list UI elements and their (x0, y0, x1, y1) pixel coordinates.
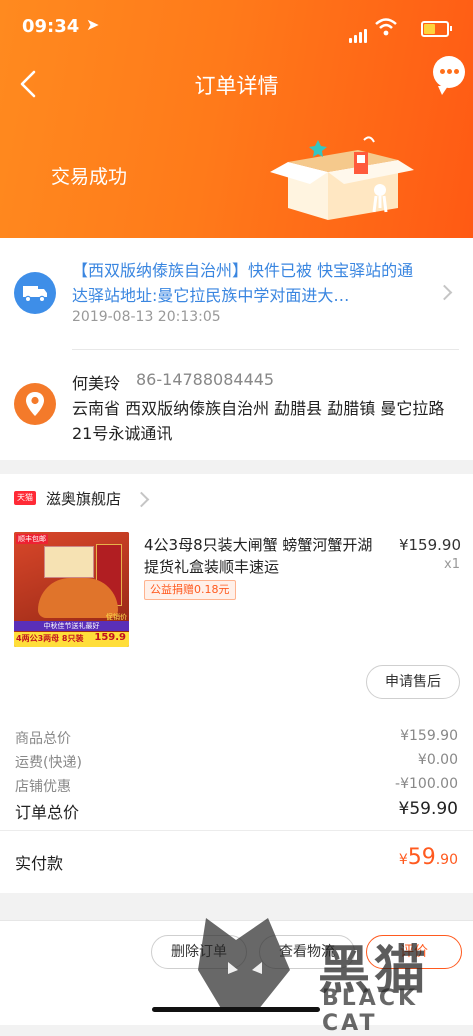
location-pin-icon (14, 383, 56, 425)
product-image[interactable]: 顺丰包邮 促销价 中秋佳节送礼最好 4两公3两母 8只装 159.9 (14, 532, 129, 647)
logistics-message[interactable]: 【西双版纳傣族自治州】快件已被 快宝驿站的通达驿站地址:曼它拉民族中学对面进大… (72, 258, 422, 308)
product-image-price: 159.9 (94, 632, 126, 643)
product-quantity: x1 (444, 557, 460, 572)
location-icon: ➤ (86, 15, 100, 34)
product-price: ¥159.90 (398, 536, 461, 554)
paid-amount: ¥59.90 (399, 845, 458, 870)
status-bar: 09:34 ➤ (22, 15, 452, 43)
logistics-time: 2019-08-13 20:13:05 (72, 309, 221, 325)
wifi-icon (375, 18, 397, 36)
product-image-banner: 中秋佳节送礼最好 (14, 621, 129, 631)
tmall-badge: 天猫 (14, 491, 36, 505)
product-image-tag: 顺丰包邮 (16, 534, 48, 544)
paid-currency: ¥ (398, 852, 408, 868)
summary-label: 店铺优惠 (15, 779, 71, 795)
order-total-label: 订单总价 (15, 803, 80, 822)
battery-icon (421, 21, 452, 37)
status-time: 09:34 (22, 16, 80, 37)
paid-label: 实付款 (15, 854, 64, 873)
after-sale-button[interactable]: 申请售后 (366, 665, 460, 699)
summary-value: ¥159.90 (400, 728, 458, 744)
recipient-phone: 86-14788084445 (136, 370, 275, 389)
summary-value: ¥0.00 (417, 752, 458, 768)
more-options-icon[interactable] (433, 56, 465, 95)
paid-integer: 59 (407, 845, 436, 870)
page-title: 订单详情 (194, 74, 279, 98)
open-box-illustration (270, 136, 414, 220)
home-indicator[interactable] (152, 1007, 320, 1012)
cellular-signal-icon (347, 22, 367, 43)
summary-label: 运费(快递) (15, 755, 82, 771)
shop-name[interactable]: 滋奥旗舰店 (46, 488, 121, 509)
recipient-address: 云南省 西双版纳傣族自治州 勐腊县 勐腊镇 曼它拉路21号永诚通讯 (72, 399, 445, 443)
product-image-spec: 4两公3两母 8只装 (16, 634, 84, 643)
deal-status: 交易成功 (51, 166, 128, 188)
order-header: 09:34 ➤ 订单详情 交易成功 (0, 0, 473, 238)
truck-icon (14, 272, 56, 314)
recipient-name: 何美玲 (72, 374, 121, 393)
paid-decimal: .90 (435, 852, 458, 868)
summary-value: -¥100.00 (395, 776, 458, 792)
order-total-value: ¥59.90 (398, 799, 458, 819)
summary-label: 商品总价 (15, 731, 71, 747)
watermark-en: BLACK CAT (322, 986, 419, 1036)
product-title[interactable]: 4公3母8只装大闸蟹 螃蟹河蟹开湖提货礼盒装顺丰速运 (144, 534, 380, 578)
charity-badge: 公益捐赠0.18元 (144, 580, 236, 600)
